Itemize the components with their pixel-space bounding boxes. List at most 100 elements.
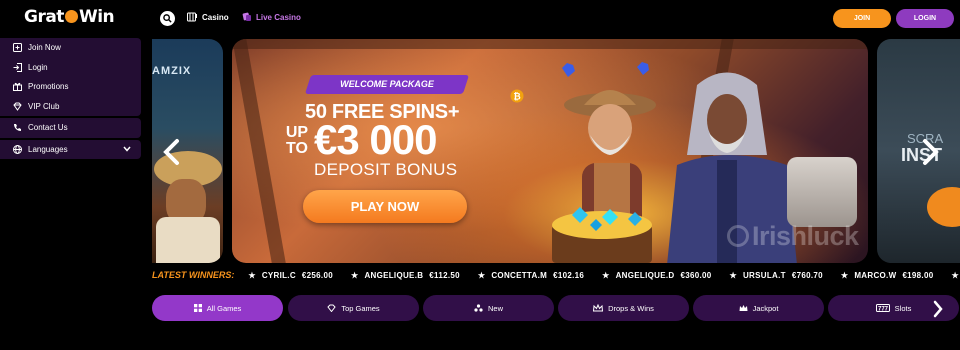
logo-text-end: Win (78, 7, 115, 27)
winner-amount: €112.50 (429, 270, 460, 280)
winner-amount: €198.00 (902, 270, 934, 280)
carousel-prev-arrow-icon[interactable] (160, 138, 184, 166)
diamond-icon (13, 102, 22, 111)
carousel-next-arrow-icon[interactable] (918, 138, 942, 166)
chevron-down-icon (123, 146, 131, 152)
latest-winners-ticker: LATEST WINNERS: ★ CYRIL.C €256.00 ★ ANGELIQ… (152, 268, 960, 282)
watermark-text: Irishluck (752, 221, 859, 251)
star-icon: ★ (248, 270, 256, 280)
crown-icon (593, 304, 604, 312)
winner-name: MARCO.W (854, 270, 897, 280)
tab-new[interactable]: New (423, 295, 554, 321)
star-icon: ★ (477, 270, 486, 280)
star-icon: ★ (350, 270, 359, 280)
login-icon (13, 62, 22, 72)
character-body-graphic (156, 217, 220, 263)
welcome-package-label: WELCOME PACKAGE (340, 79, 434, 89)
winner-amount: €256.00 (301, 270, 333, 280)
sidebar-item-label: Join Now (28, 43, 61, 53)
next-slide-graphic (927, 187, 960, 227)
logo[interactable]: Grat Win (24, 7, 115, 27)
search-button[interactable] (160, 11, 175, 26)
mine-beam-graphic (232, 39, 868, 49)
diamond-icon (327, 304, 336, 312)
tabs-next-arrow-icon[interactable] (931, 300, 945, 318)
slots-icon: 777 (875, 304, 890, 312)
top-bar: Grat Win Casino Live Casino JOIN LOGIN (0, 0, 960, 38)
search-icon (163, 14, 172, 23)
logo-o-icon (64, 10, 78, 23)
tab-drops-wins[interactable]: Drops & Wins (558, 295, 689, 321)
nav-live-casino-label: Live Casino (256, 12, 301, 22)
watermark-logo-icon (727, 225, 749, 247)
svg-text:777: 777 (878, 306, 889, 312)
winner-name: ANGELIQUE.D (615, 270, 675, 280)
tab-jackpot[interactable]: Jackpot (693, 295, 824, 321)
winner-name: CYRIL.C (261, 270, 296, 280)
tab-label: All Games (206, 303, 242, 313)
gem-icon (562, 63, 575, 77)
game-category-tabs: All Games Top Games New Drops & Wins Jac… (152, 295, 960, 322)
login-button[interactable]: LOGIN (896, 9, 954, 28)
sidebar-item-label: Login (28, 62, 48, 72)
winner-entry: ★ URSULA.T €760.70 (730, 271, 823, 280)
nav-casino[interactable]: Casino (187, 12, 229, 22)
winner-amount: €760.70 (791, 270, 823, 280)
tab-all-games[interactable]: All Games (152, 295, 283, 321)
tab-top-games[interactable]: Top Games (288, 295, 419, 321)
treasure-chest-illustration (552, 207, 652, 263)
winner-entry: ★ MARCO.W €198.00 (841, 271, 934, 280)
star-icon: ★ (951, 270, 959, 280)
phone-icon (14, 124, 21, 132)
languages-label: Languages (28, 144, 68, 154)
join-icon (13, 43, 22, 53)
carousel-slide-active[interactable]: WELCOME PACKAGE 50 FREE SPINS+ UP TO €3 … (232, 39, 868, 263)
gift-icon (13, 83, 22, 92)
slot-machine-icon (187, 12, 197, 22)
grid-icon (193, 304, 202, 312)
nav-live-casino[interactable]: Live Casino (242, 12, 301, 22)
sidebar-item-label: VIP Club (28, 101, 60, 111)
nav-casino-label: Casino (202, 12, 229, 22)
sidebar-item-vip-club[interactable]: VIP Club (0, 97, 141, 117)
bitcoin-icon: ₿ (510, 89, 524, 103)
globe-icon (13, 144, 22, 154)
previous-slide-title: AMZIX (152, 65, 192, 77)
barrel-graphic (787, 157, 857, 227)
join-button[interactable]: JOIN (833, 9, 891, 28)
sidebar-item-label: Promotions (28, 82, 69, 92)
star-icon: ★ (602, 270, 610, 280)
winner-entry: ★ CYRIL.C €256.00 (248, 271, 333, 280)
contact-us-label: Contact Us (28, 123, 68, 133)
bonus-amount: €3 000 (314, 116, 437, 163)
sidebar-menu: Join Now Login Promotions VIP Club (0, 38, 141, 116)
tab-label: New (487, 303, 503, 313)
winner-entry: ★ ANGELIQUE.B €112.50 (351, 271, 460, 280)
sidebar-item-join-now[interactable]: Join Now (0, 38, 141, 58)
gem-icon (637, 62, 649, 75)
sidebar: Join Now Login Promotions VIP Club Conta… (0, 38, 141, 161)
winner-amount: €360.00 (680, 270, 712, 280)
mine-beam-graphic (232, 39, 286, 263)
winner-name: URSULA.T (742, 270, 786, 280)
play-now-button[interactable]: PLAY NOW (303, 190, 467, 223)
winner-name: ANGELIQUE.B (364, 270, 424, 280)
up-to-label: UP TO (285, 124, 309, 157)
deposit-bonus-label: DEPOSIT BONUS (314, 160, 458, 179)
logo-text-start: Grat (24, 7, 64, 27)
sidebar-item-contact-us[interactable]: Contact Us (0, 118, 141, 138)
star-icon: ★ (840, 270, 849, 280)
sidebar-languages: Languages (0, 139, 141, 160)
tab-label: Top Games (341, 303, 380, 313)
languages-dropdown[interactable]: Languages (0, 140, 141, 160)
winner-amount: €102.16 (553, 270, 585, 280)
tab-label: Jackpot (752, 303, 779, 313)
sidebar-item-login[interactable]: Login (0, 58, 141, 78)
tab-label: Drops & Wins (608, 303, 654, 313)
svg-text:₿: ₿ (513, 92, 520, 102)
winner-entry: ★ ANGELIQUE.D €360.00 (602, 271, 711, 280)
tab-label: Slots (894, 303, 912, 313)
latest-winners-title: LATEST WINNERS: (152, 270, 235, 280)
sidebar-item-promotions[interactable]: Promotions (0, 77, 141, 97)
sidebar-contact: Contact Us (0, 118, 141, 138)
